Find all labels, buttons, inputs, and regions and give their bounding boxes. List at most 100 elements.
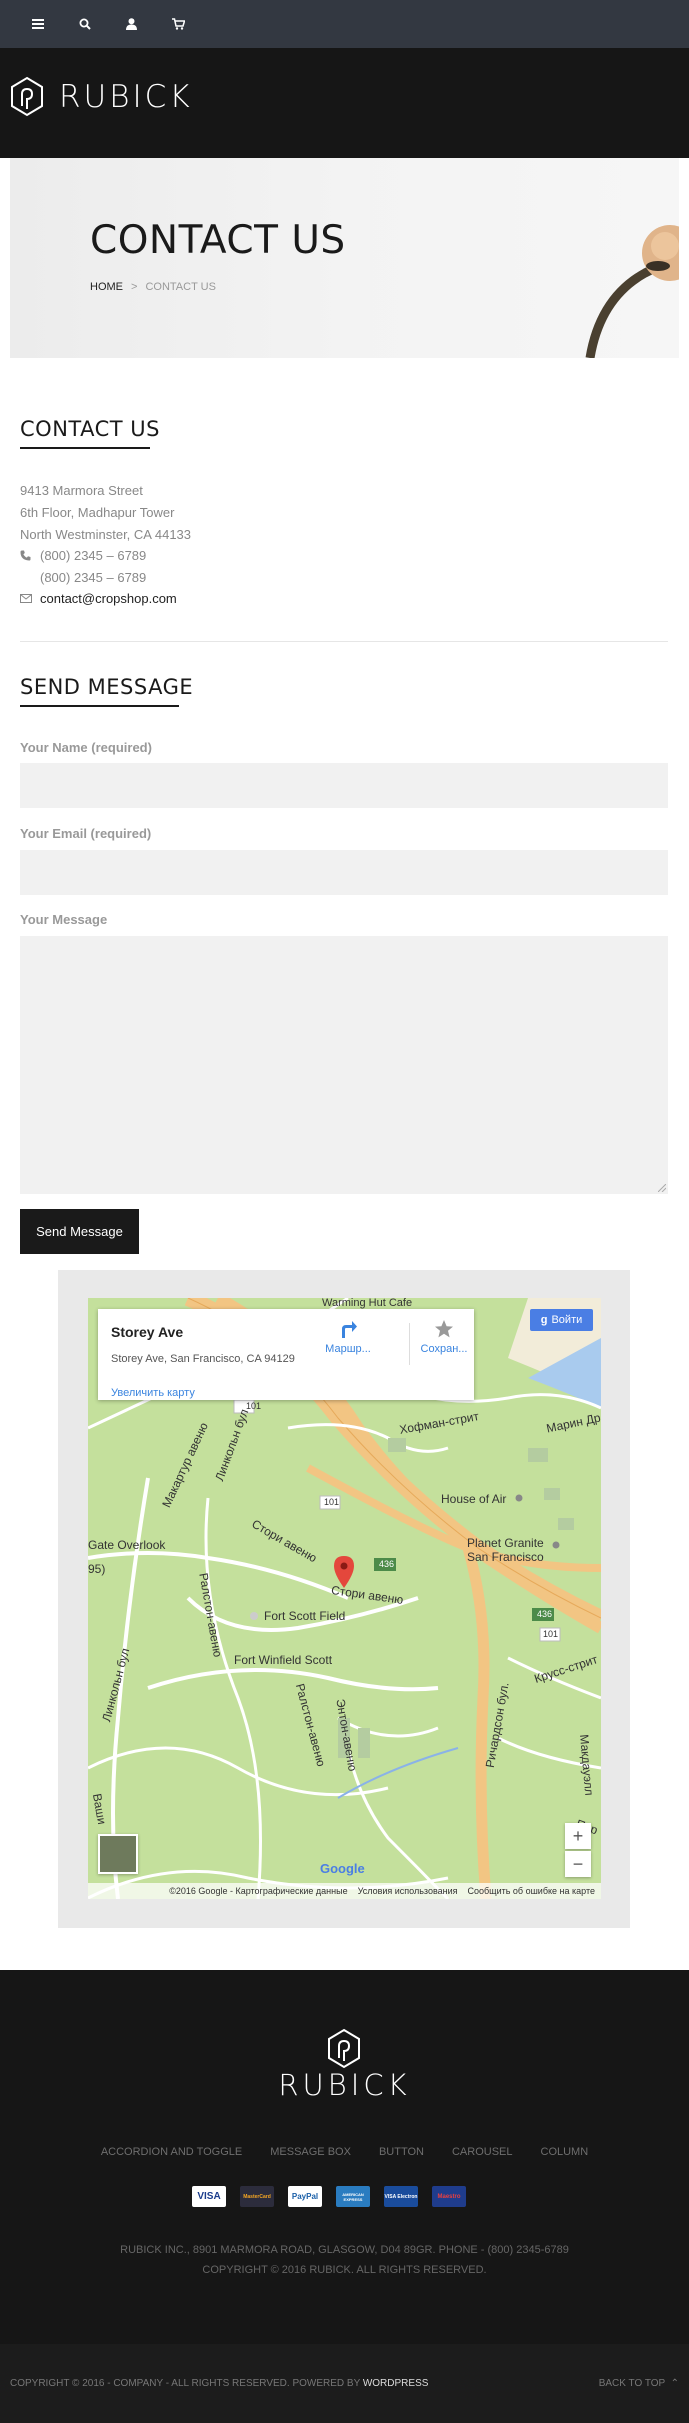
google-logo: Google xyxy=(320,1861,365,1876)
address-line-1: 9413 Marmora Street xyxy=(20,483,143,498)
directions-label: Маршр... xyxy=(325,1343,371,1355)
footer-link-button[interactable]: BUTTON xyxy=(379,2146,424,2158)
payment-methods: VISA MasterCard PayPal AMERICAN EXPRESS … xyxy=(192,2186,466,2207)
logo-text: RUBICK xyxy=(59,79,193,115)
zoom-in-button[interactable]: + xyxy=(565,1823,591,1849)
message-textarea[interactable] xyxy=(20,936,668,1194)
footer-link-carousel[interactable]: CAROUSEL xyxy=(452,2146,513,2158)
map-attribution: ©2016 Google - Картографические данные У… xyxy=(88,1883,601,1899)
cart-button[interactable] xyxy=(155,0,202,48)
breadcrumb-separator: > xyxy=(131,281,138,293)
map-label-warming: Warming Hut Cafe xyxy=(322,1298,413,1309)
map-label-planet-granite: Planet Granite xyxy=(467,1536,544,1550)
map-label-fort-winfield: Fort Winfield Scott xyxy=(234,1653,333,1667)
footer-links: ACCORDION AND TOGGLE MESSAGE BOX BUTTON … xyxy=(0,2146,689,2158)
top-bar xyxy=(0,0,689,48)
enlarge-map-link[interactable]: Увеличить карту xyxy=(111,1387,195,1399)
map-copyright: ©2016 Google - Картографические данные xyxy=(169,1886,348,1896)
phone-row: (800) 2345 – 6789 xyxy=(20,548,146,563)
search-icon xyxy=(79,18,91,30)
footer-copyright: COPYRIGHT © 2016 RUBICK. ALL RIGHTS RESE… xyxy=(202,2264,487,2276)
hero-decoration-image xyxy=(585,225,679,358)
wordpress-link[interactable]: WORDPRESS xyxy=(363,2378,429,2389)
phone-number-1[interactable]: (800) 2345 – 6789 xyxy=(40,548,146,563)
map-label-planet-granite-city: San Francisco xyxy=(467,1550,544,1564)
visa-electron-icon: VISA Electron xyxy=(384,2186,418,2207)
site-footer: RUBICK ACCORDION AND TOGGLE MESSAGE BOX … xyxy=(0,1970,689,2344)
email-input[interactable] xyxy=(20,850,668,895)
contact-section-title: CONTACT US xyxy=(20,417,160,449)
satellite-toggle[interactable] xyxy=(98,1834,138,1874)
star-icon xyxy=(435,1320,453,1338)
map-signin-button[interactable]: g Войти xyxy=(530,1309,593,1331)
title-underline xyxy=(20,705,179,707)
place-title: Storey Ave xyxy=(111,1324,184,1340)
breadcrumb: HOME > CONTACT US xyxy=(90,281,216,293)
menu-button[interactable] xyxy=(14,0,61,48)
bottom-copyright-text: COPYRIGHT © 2016 - COMPANY - ALL RIGHTS … xyxy=(10,2378,361,2389)
map-label-house-of-air: House of Air xyxy=(441,1492,507,1506)
visa-card-icon: VISA xyxy=(192,2186,226,2207)
email-label: Your Email (required) xyxy=(20,826,152,841)
address-line-3: North Westminster, CA 44133 xyxy=(20,527,192,542)
page: RUBICK CONTACT US HOME > CONTACT US CONT… xyxy=(0,0,689,2423)
breadcrumb-current: CONTACT US xyxy=(145,281,216,293)
map-label-gate-overlook: Gate Overlook xyxy=(88,1538,166,1552)
email-row: contact@cropshop.com xyxy=(20,591,177,606)
user-icon xyxy=(126,18,137,30)
map-label-road: 101 xyxy=(543,1629,559,1639)
menu-icon xyxy=(31,19,44,29)
site-logo[interactable]: RUBICK xyxy=(9,76,193,118)
message-label: Your Message xyxy=(20,912,108,927)
contact-section-title-text: CONTACT US xyxy=(20,417,160,441)
amex-icon: AMERICAN EXPRESS xyxy=(336,2186,370,2207)
directions-icon xyxy=(342,1321,357,1338)
back-to-top-link[interactable]: BACK TO TOP ⌃ xyxy=(599,2378,679,2389)
breadcrumb-home[interactable]: HOME xyxy=(90,281,123,293)
footer-logo-text: RUBICK xyxy=(278,2068,411,2102)
directions-button[interactable]: Маршр... xyxy=(318,1319,378,1355)
bottom-bar: COPYRIGHT © 2016 - COMPANY - ALL RIGHTS … xyxy=(0,2344,689,2423)
phone-row-2: (800) 2345 – 6789 xyxy=(20,570,146,585)
mastercard-icon: MasterCard xyxy=(240,2186,274,2207)
map-label-number: 95) xyxy=(88,1562,106,1576)
footer-logo-icon xyxy=(328,2028,360,2069)
map-terms-link[interactable]: Условия использования xyxy=(358,1886,458,1896)
info-separator xyxy=(409,1323,410,1365)
bottom-copyright: COPYRIGHT © 2016 - COMPANY - ALL RIGHTS … xyxy=(10,2378,428,2389)
phone-number-2[interactable]: (800) 2345 – 6789 xyxy=(40,570,146,585)
resize-handle-icon[interactable] xyxy=(658,1184,666,1192)
save-place-button[interactable]: Сохран... xyxy=(414,1319,474,1355)
site-header: RUBICK xyxy=(0,48,689,158)
google-map[interactable]: Warming Hut Cafe 101 101 436 436 101 Хоф… xyxy=(88,1298,601,1899)
section-divider xyxy=(20,641,668,642)
paypal-icon: PayPal xyxy=(288,2186,322,2207)
map-label-road: 101 xyxy=(246,1401,262,1411)
phone-icon xyxy=(20,550,31,561)
chevron-up-icon: ⌃ xyxy=(667,2378,679,2389)
back-to-top-label: BACK TO TOP xyxy=(598,2378,666,2389)
email-link[interactable]: contact@cropshop.com xyxy=(40,591,177,606)
footer-link-message-box[interactable]: MESSAGE BOX xyxy=(270,2146,351,2158)
map-label-road: 101 xyxy=(324,1497,340,1507)
footer-link-column[interactable]: COLUMN xyxy=(541,2146,589,2158)
footer-link-accordion[interactable]: ACCORDION AND TOGGLE xyxy=(101,2146,242,2158)
name-input[interactable] xyxy=(20,763,668,808)
maestro-icon: Maestro xyxy=(432,2186,466,2207)
map-label-road: 436 xyxy=(537,1609,553,1619)
zoom-out-button[interactable]: − xyxy=(565,1851,591,1877)
map-label-road: 436 xyxy=(379,1559,395,1569)
logo-icon xyxy=(11,76,43,117)
search-button[interactable] xyxy=(61,0,108,48)
account-button[interactable] xyxy=(108,0,155,48)
save-place-label: Сохран... xyxy=(420,1343,468,1355)
google-plus-icon: g xyxy=(540,1314,548,1326)
title-underline xyxy=(20,447,150,449)
signin-label: Войти xyxy=(551,1314,583,1326)
address-line-2: 6th Floor, Madhapur Tower xyxy=(20,505,175,520)
send-message-button[interactable]: Send Message xyxy=(20,1209,139,1254)
name-label: Your Name (required) xyxy=(20,740,152,755)
page-hero: CONTACT US HOME > CONTACT US xyxy=(10,158,679,358)
map-report-link[interactable]: Сообщить об ошибке на карте xyxy=(468,1886,595,1896)
send-message-title: SEND MESSAGE xyxy=(20,675,193,707)
